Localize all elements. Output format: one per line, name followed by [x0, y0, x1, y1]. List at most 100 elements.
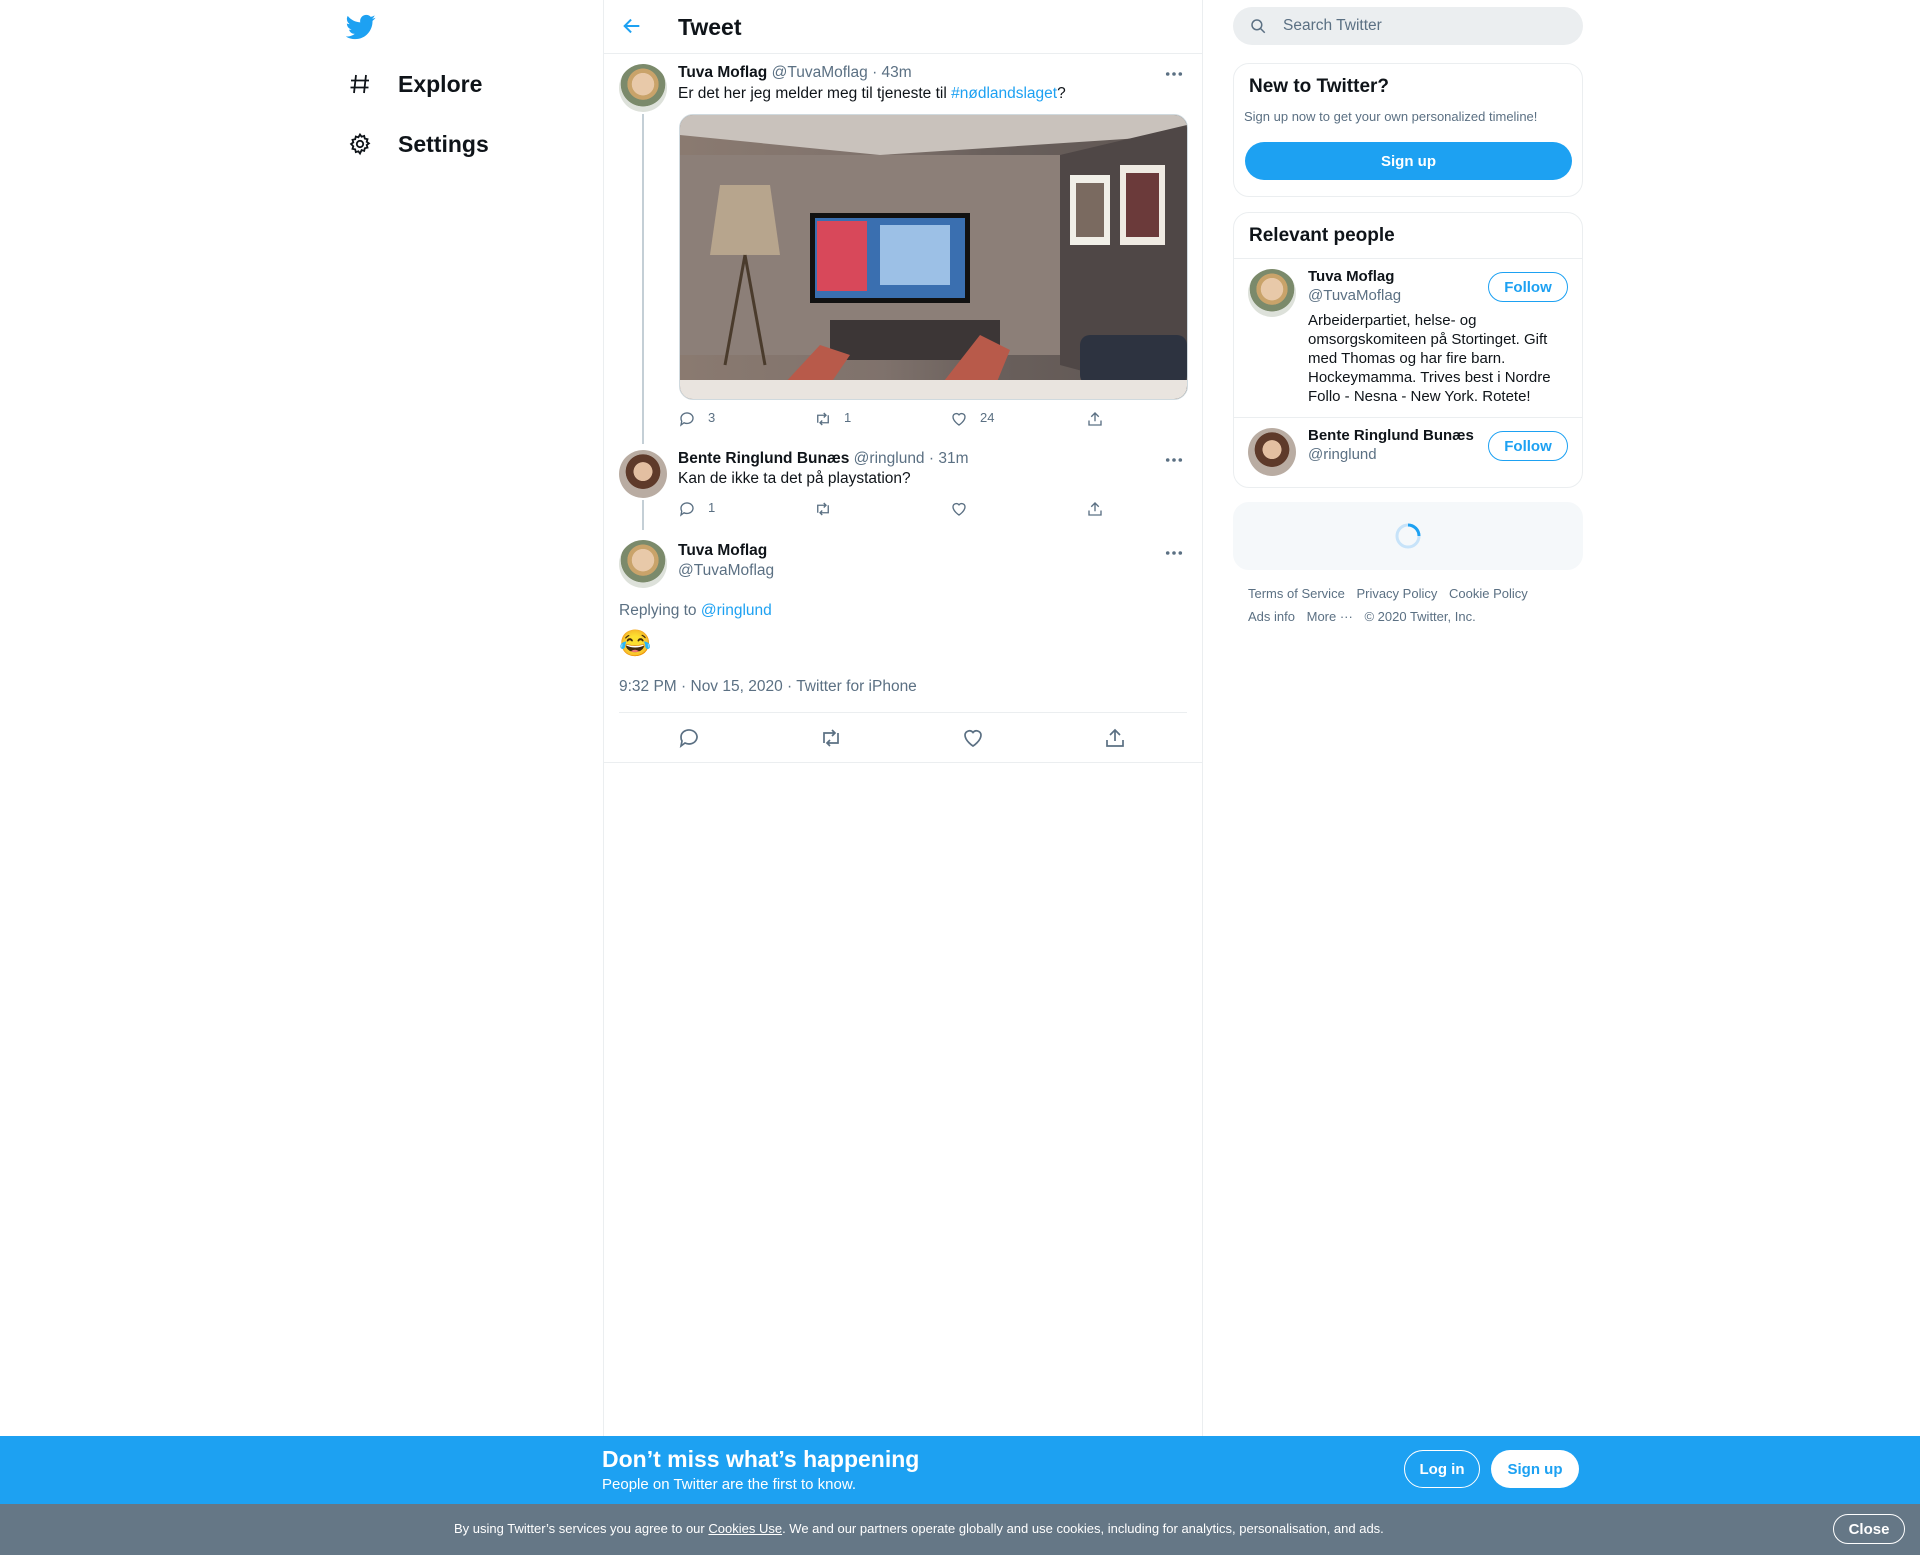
retweet-icon: [817, 502, 829, 516]
follow-button[interactable]: Follow: [1488, 272, 1568, 302]
tweet-column: Tweet Tuva Moflag @TuvaMoflag · 43m Er d…: [603, 0, 1203, 1440]
gear-icon: [340, 130, 384, 158]
cookie-text-before: By using Twitter’s services you agree to…: [454, 1521, 709, 1536]
nav-settings[interactable]: Settings: [340, 122, 489, 166]
person-name[interactable]: Tuva Moflag: [1308, 268, 1394, 285]
hashtag-link[interactable]: #nødlandslaget: [951, 85, 1057, 102]
more-options-icon[interactable]: [1164, 454, 1184, 466]
more-link[interactable]: More ···: [1307, 609, 1353, 624]
thread-tweet-1[interactable]: Tuva Moflag @TuvaMoflag · 43m Er det her…: [604, 54, 1202, 444]
replying-to: Replying to @ringlund: [619, 602, 772, 620]
tweet-emoji: 😂: [619, 628, 652, 658]
tweet-header: Tuva Moflag @TuvaMoflag · 43m: [678, 64, 912, 82]
tweet-actions: 1: [678, 500, 1138, 524]
tweet-text-part: ?: [1057, 85, 1066, 102]
avatar[interactable]: [619, 64, 667, 112]
retweet-icon[interactable]: [819, 726, 843, 750]
trends-loading-card: [1233, 502, 1583, 570]
thread-connector-line: [642, 114, 644, 444]
share-icon: [1088, 502, 1102, 516]
nav-explore[interactable]: Explore: [340, 62, 482, 106]
reply-icon[interactable]: [677, 726, 701, 750]
follow-button[interactable]: Follow: [1488, 431, 1568, 461]
cookie-policy-link[interactable]: Cookie Policy: [1449, 586, 1528, 601]
avatar[interactable]: [1248, 269, 1296, 317]
avatar[interactable]: [619, 450, 667, 498]
signup-button[interactable]: Sign up: [1245, 142, 1572, 180]
like-count: 24: [980, 409, 995, 425]
reply-count: 3: [708, 409, 716, 425]
cookies-use-link[interactable]: Cookies Use: [708, 1521, 782, 1536]
person-handle[interactable]: @ringlund: [1308, 446, 1377, 463]
focused-tweet: Tuva Moflag @TuvaMoflag Replying to @rin…: [604, 530, 1202, 763]
person-handle[interactable]: @TuvaMoflag: [1308, 287, 1401, 304]
replying-to-handle[interactable]: @ringlund: [701, 602, 772, 619]
share-icon[interactable]: [1103, 726, 1127, 750]
retweet-button[interactable]: [814, 500, 844, 518]
signup-banner: Don’t miss what’s happening People on Tw…: [0, 1436, 1920, 1504]
terms-link[interactable]: Terms of Service: [1248, 586, 1345, 601]
nav-settings-label: Settings: [398, 130, 489, 157]
avatar[interactable]: [619, 540, 667, 588]
back-arrow-icon[interactable]: [618, 12, 646, 40]
author-handle[interactable]: @ringlund: [854, 450, 925, 467]
cookie-notice: By using Twitter’s services you agree to…: [0, 1504, 1920, 1555]
footer-links-row-1: Terms of Service Privacy Policy Cookie P…: [1248, 586, 1536, 601]
copyright: © 2020 Twitter, Inc.: [1364, 609, 1476, 624]
tweet-timestamp[interactable]: 9:32 PM · Nov 15, 2020 · Twitter for iPh…: [619, 678, 917, 696]
privacy-link[interactable]: Privacy Policy: [1356, 586, 1437, 601]
person-tuva[interactable]: Tuva Moflag @TuvaMoflag Follow Arbeiderp…: [1234, 258, 1582, 417]
person-bente[interactable]: Bente Ringlund Bunæs @ringlund Follow: [1234, 417, 1582, 488]
twitter-bird-icon[interactable]: [345, 12, 376, 42]
author-name[interactable]: Tuva Moflag: [678, 542, 767, 560]
heart-icon: [952, 412, 966, 426]
retweet-button[interactable]: 1: [814, 410, 851, 428]
author-name[interactable]: Tuva Moflag: [678, 64, 767, 81]
heart-icon: [952, 502, 966, 516]
heart-icon[interactable]: [961, 726, 985, 750]
more-options-icon[interactable]: [1164, 68, 1184, 80]
like-button[interactable]: [950, 500, 980, 518]
ads-info-link[interactable]: Ads info: [1248, 609, 1295, 624]
replying-to-label: Replying to: [619, 602, 701, 619]
tweet-time[interactable]: · 31m: [929, 450, 969, 467]
avatar[interactable]: [1248, 428, 1296, 476]
thread-tweet-2[interactable]: Bente Ringlund Bunæs @ringlund · 31m Kan…: [604, 440, 1202, 540]
tweet-text: Kan de ikke ta det på playstation?: [678, 470, 911, 487]
author-handle[interactable]: @TuvaMoflag: [678, 562, 774, 580]
close-cookie-button[interactable]: Close: [1833, 1514, 1905, 1544]
author-name[interactable]: Bente Ringlund Bunæs: [678, 450, 849, 467]
hashtag-icon: [340, 70, 384, 98]
like-button[interactable]: 24: [950, 410, 994, 428]
cookie-text-after: . We and our partners operate globally a…: [782, 1521, 1384, 1536]
tweet-time[interactable]: · 43m: [872, 64, 912, 81]
focused-tweet-actions: [619, 712, 1187, 761]
share-button[interactable]: [1086, 410, 1104, 428]
author-handle[interactable]: @TuvaMoflag: [772, 64, 868, 81]
login-button[interactable]: Log in: [1404, 1450, 1480, 1488]
reply-icon: [679, 412, 694, 427]
search-box[interactable]: [1233, 7, 1583, 45]
banner-signup-button[interactable]: Sign up: [1491, 1450, 1579, 1488]
card-title: New to Twitter?: [1249, 76, 1390, 97]
share-button[interactable]: [1086, 500, 1104, 518]
retweet-icon: [817, 412, 829, 426]
retweet-count: 1: [844, 409, 852, 425]
page-title: Tweet: [678, 14, 742, 40]
more-options-icon[interactable]: [1164, 547, 1184, 559]
reply-button[interactable]: 1: [678, 500, 715, 518]
reply-button[interactable]: 3: [678, 410, 715, 428]
footer-links-row-2: Ads info More ··· © 2020 Twitter, Inc.: [1248, 609, 1484, 624]
reply-icon: [679, 502, 694, 517]
share-icon: [1088, 412, 1102, 426]
search-input[interactable]: [1281, 16, 1565, 36]
card-subtitle: Sign up now to get your own personalized…: [1244, 109, 1538, 124]
author-name-text: Tuva Moflag: [678, 542, 768, 559]
new-to-twitter-card: New to Twitter? Sign up now to get your …: [1233, 63, 1583, 197]
tweet-actions: 3 1 24: [678, 410, 1138, 434]
card-title: Relevant people: [1249, 225, 1395, 246]
tweet-text-part: Er det her jeg melder meg til tjeneste t…: [678, 85, 952, 102]
tweet-photo[interactable]: [679, 114, 1188, 400]
person-name[interactable]: Bente Ringlund Bunæs: [1308, 427, 1474, 444]
nav-explore-label: Explore: [398, 70, 483, 97]
